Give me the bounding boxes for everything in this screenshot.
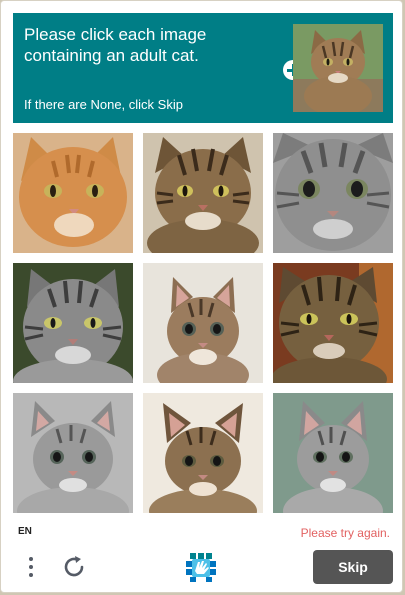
image-tile[interactable]: [143, 393, 263, 513]
image-tile[interactable]: [143, 133, 263, 253]
captcha-frame: Please click each image containing an ad…: [0, 0, 403, 593]
image-tile[interactable]: [143, 263, 263, 383]
tabby-kitten-image: [143, 263, 263, 383]
gray-tabby-cat-close-up-image: [273, 133, 393, 253]
image-tile[interactable]: [273, 133, 393, 253]
challenge-subtext: If there are None, click Skip: [24, 97, 183, 112]
brown-tabby-cat-image: [143, 133, 263, 253]
gray-tabby-cat-image: [13, 263, 133, 383]
brown-tabby-cat-indoors-image: [273, 263, 393, 383]
cat-example-image[interactable]: [293, 24, 383, 112]
challenge-header: Please click each image containing an ad…: [13, 13, 393, 123]
skip-button[interactable]: Skip: [313, 550, 393, 584]
language-selector[interactable]: EN: [18, 526, 32, 537]
tabby-kitten-lying-image: [143, 393, 263, 513]
image-tile[interactable]: [13, 263, 133, 383]
image-tile[interactable]: [13, 393, 133, 513]
cat-example-icon: [293, 24, 383, 112]
hcaptcha-logo-icon[interactable]: [184, 551, 220, 583]
more-vertical-icon[interactable]: [23, 554, 39, 580]
image-tile[interactable]: [273, 393, 393, 513]
challenge-prompt: Please click each image containing an ad…: [24, 25, 207, 65]
gray-tabby-kitten-image: [273, 393, 393, 513]
image-grid: [13, 133, 393, 516]
gray-kitten-image: [13, 393, 133, 513]
error-message: Please try again.: [300, 526, 390, 540]
orange-tabby-cat-image: [13, 133, 133, 253]
image-tile[interactable]: [273, 263, 393, 383]
refresh-icon[interactable]: [61, 554, 87, 580]
image-tile[interactable]: [13, 133, 133, 253]
